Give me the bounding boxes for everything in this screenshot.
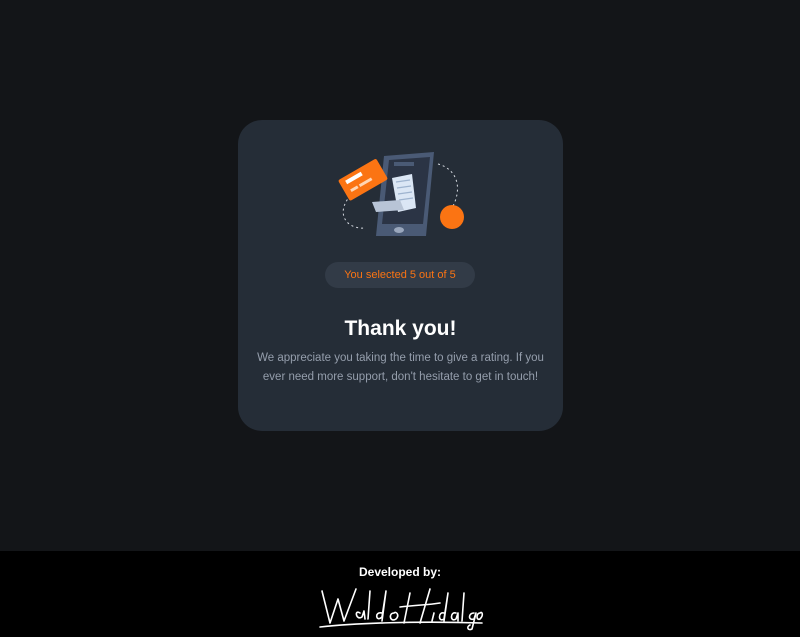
footer: Developed by: bbox=[0, 551, 800, 637]
developer-signature bbox=[319, 588, 484, 631]
page-background: You selected 5 out of 5 Thank you! We ap… bbox=[0, 0, 800, 551]
footer-developed-by-label: Developed by: bbox=[358, 565, 442, 579]
thank-you-message: We appreciate you taking the time to giv… bbox=[257, 352, 544, 383]
page-title: Thank you! bbox=[344, 317, 457, 340]
thank-you-card: You selected 5 out of 5 Thank you! We ap… bbox=[238, 120, 563, 431]
thank-you-illustration-icon bbox=[338, 152, 464, 236]
selection-badge: You selected 5 out of 5 bbox=[325, 262, 475, 288]
